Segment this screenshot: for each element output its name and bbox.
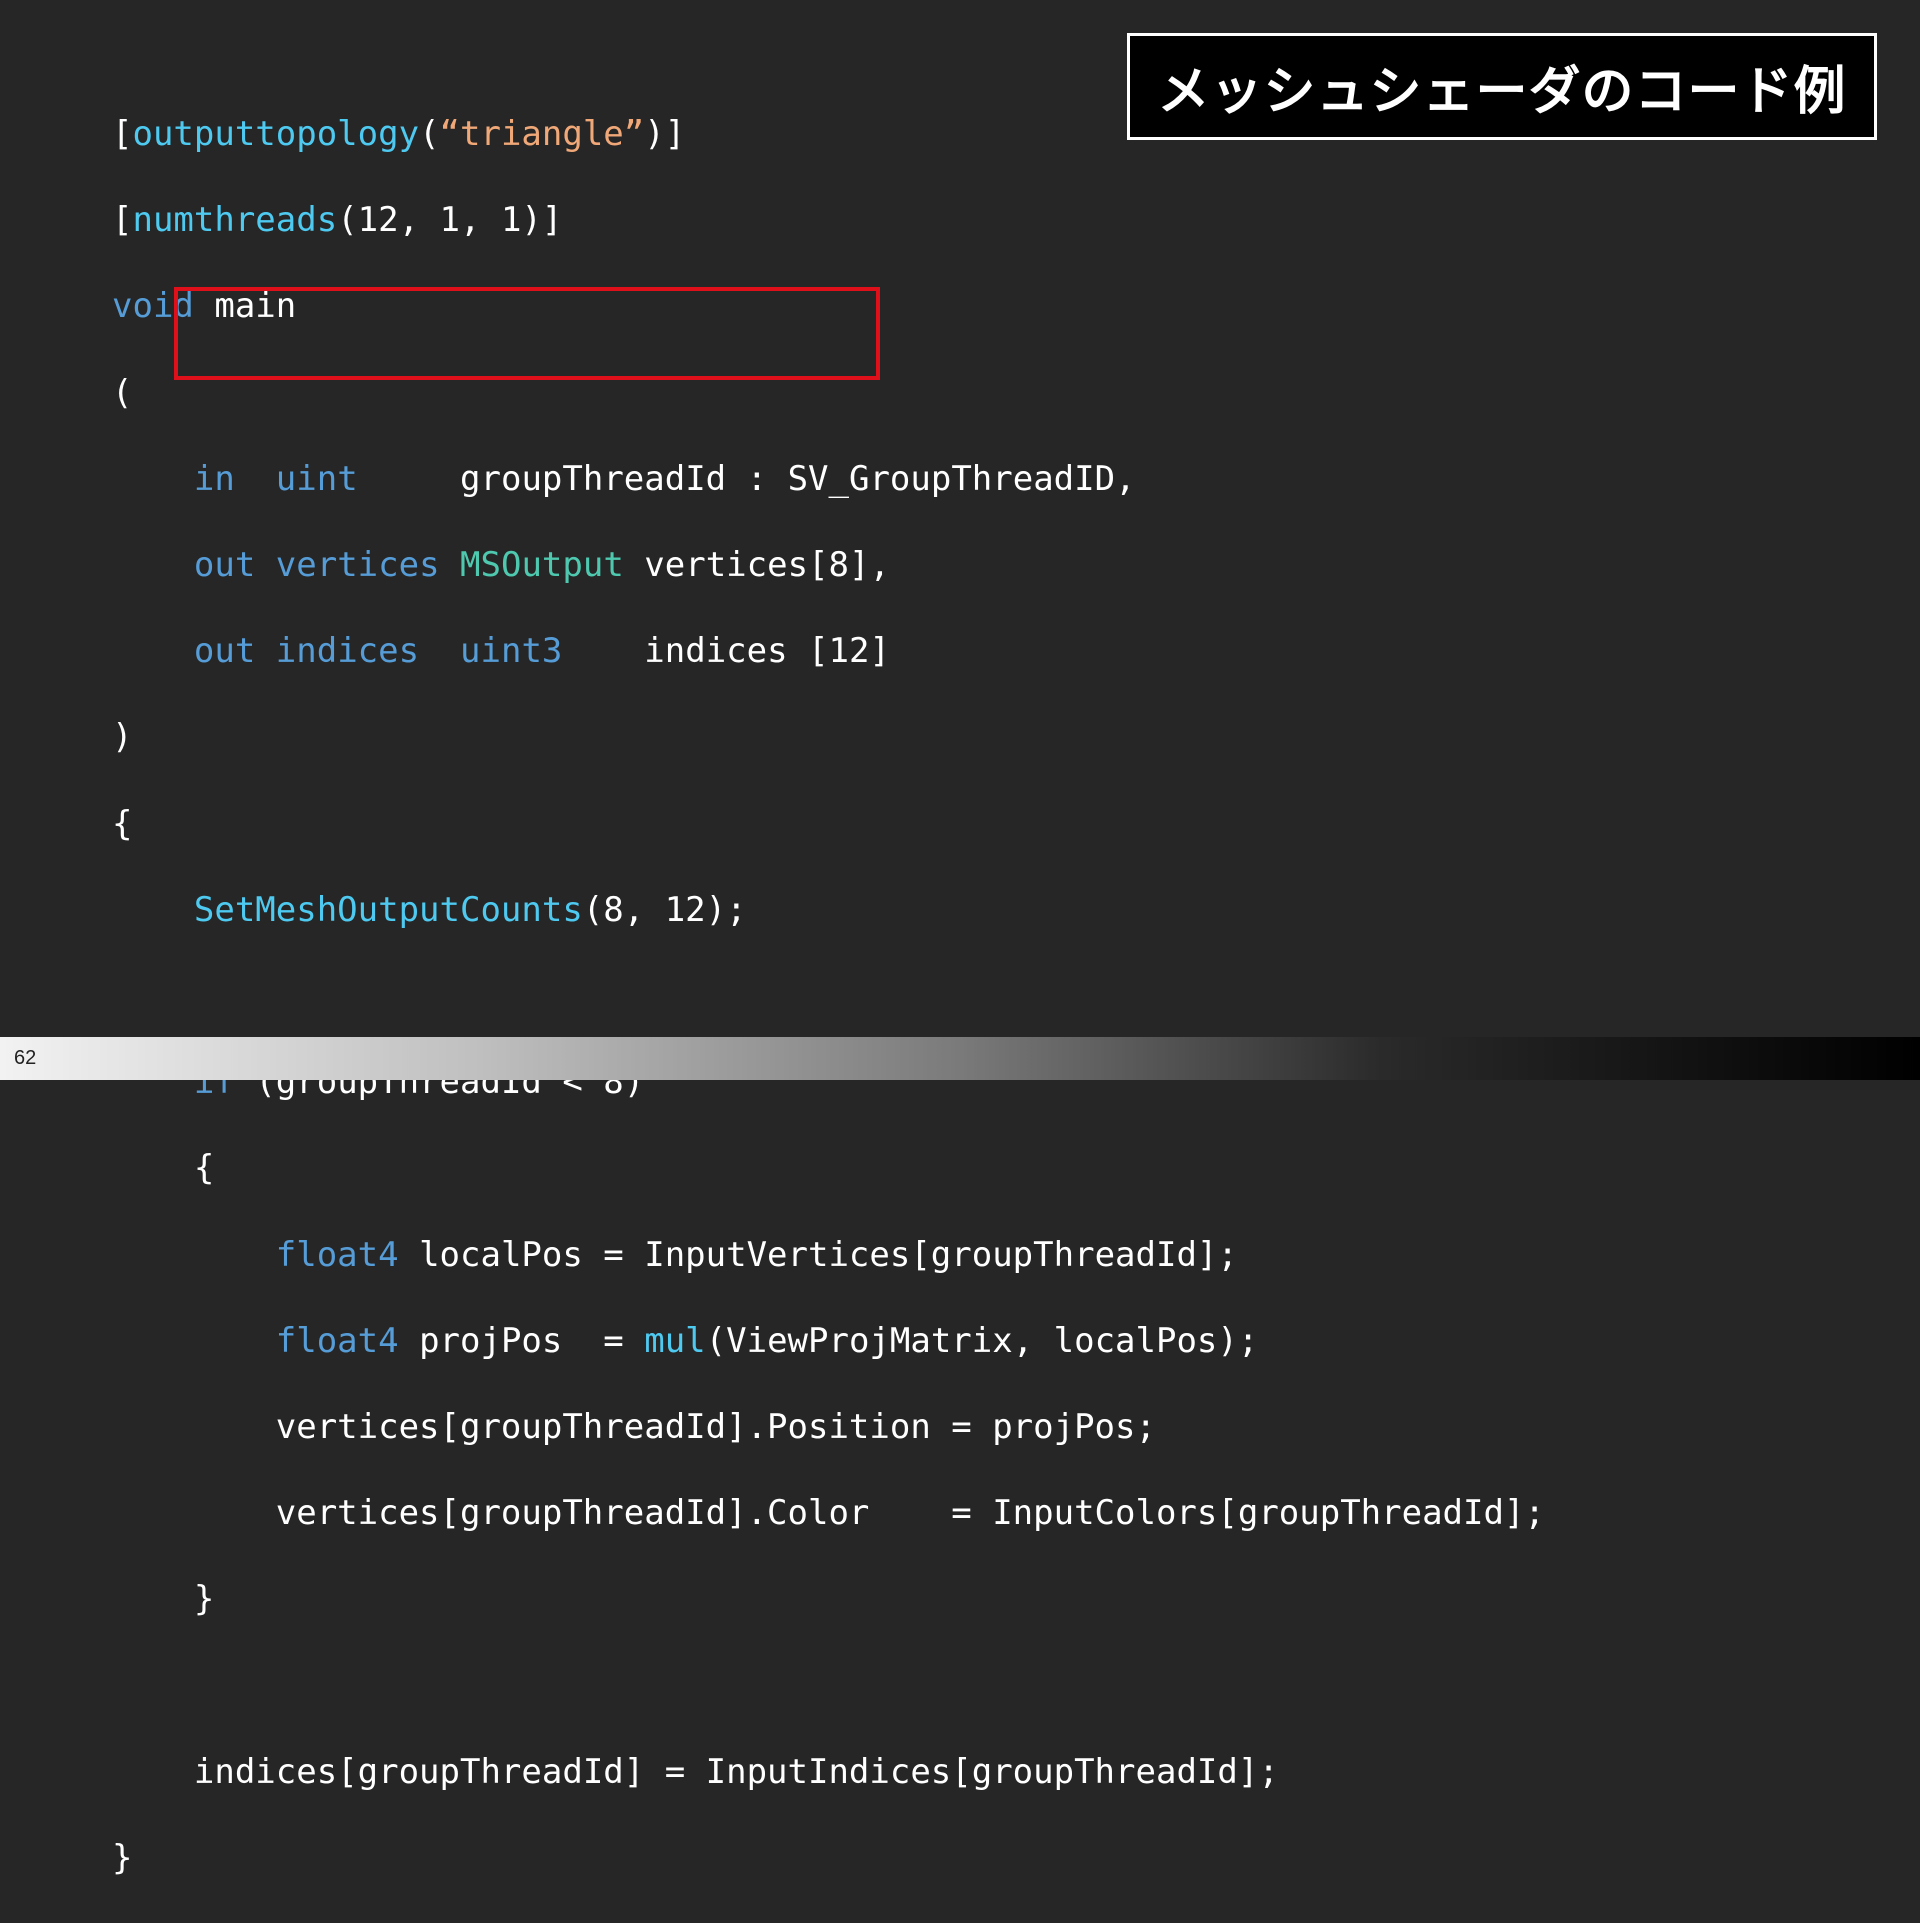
page-number: 62 [14, 1047, 37, 1069]
code-line-1: [outputtopology(“triangle”)] [112, 114, 686, 155]
code-line-8: ) [112, 717, 133, 758]
code-line-5: in uint groupThreadId : SV_GroupThreadID… [193, 458, 1136, 499]
code-line-13: { [193, 1148, 215, 1189]
code-line-21: } [112, 1837, 133, 1878]
code-line-15: float4 projPos = mul(ViewProjMatrix, loc… [275, 1320, 1259, 1361]
code-line-7: out indices uint3 indices [12] [193, 631, 890, 672]
slide-footer-bar: 62 [0, 1037, 1920, 1080]
code-line-6: out vertices MSOutput vertices[8], [193, 545, 890, 586]
code-line-20: indices[groupThreadId] = InputIndices[gr… [193, 1751, 1279, 1792]
code-line-14: float4 localPos = InputVertices[groupThr… [275, 1234, 1238, 1275]
highlight-box-out-params [174, 287, 880, 380]
code-line-18: } [193, 1579, 215, 1620]
code-line-2: [numthreads(12, 1, 1)] [112, 200, 563, 241]
code-line-10: SetMeshOutputCounts(8, 12); [193, 889, 747, 930]
code-line-9: { [112, 803, 133, 844]
code-line-17: vertices[groupThreadId].Color = InputCol… [275, 1493, 1545, 1534]
code-line-16: vertices[groupThreadId].Position = projP… [275, 1406, 1156, 1447]
